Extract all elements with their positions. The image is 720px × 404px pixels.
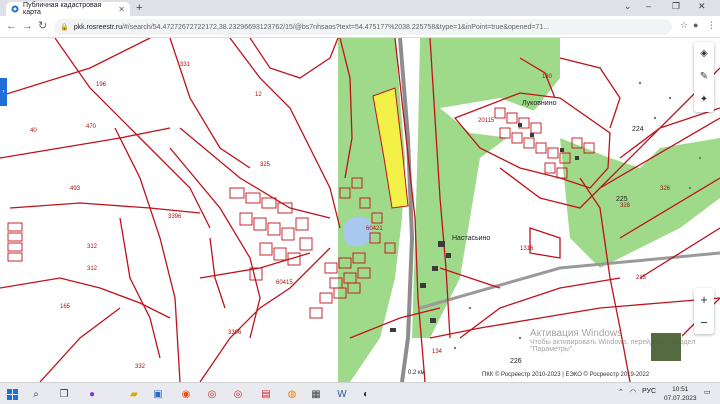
parcel-label: 3396 <box>228 330 242 336</box>
parcel-label: 224 <box>632 126 644 133</box>
notifications-icon[interactable]: ▭ <box>704 388 711 396</box>
parcel-label: 312 <box>87 244 98 250</box>
url-host: pkk.rosreestr.ru <box>73 23 122 31</box>
parcel-label: 470 <box>86 124 97 130</box>
map-tools-panel: ◈ ✎ ✦ <box>694 42 714 112</box>
tab-strip: Публичная кадастровая карта ✕ + ⌄ – ❐ ✕ <box>0 0 720 16</box>
close-window-icon[interactable]: ✕ <box>698 1 706 12</box>
assistant-icon[interactable]: ● <box>84 386 100 402</box>
firefox-icon[interactable]: ◍ <box>284 386 300 402</box>
activation-title: Активация Windows <box>530 328 623 339</box>
clock-date: 07.07.2023 <box>664 395 697 402</box>
calculator-icon[interactable]: ▦ <box>308 386 324 402</box>
tab-title: Публичная кадастровая карта <box>23 2 102 16</box>
parcel-label: 60421 <box>366 226 383 232</box>
language-indicator[interactable]: РУС <box>642 388 656 395</box>
lock-icon: 🔒 <box>60 24 69 31</box>
close-tab-icon[interactable]: ✕ <box>118 5 125 14</box>
windows-activation-watermark: Активация Windows Чтобы активировать Win… <box>530 328 720 353</box>
browser-tab[interactable]: Публичная кадастровая карта ✕ <box>6 2 130 16</box>
star-icon[interactable]: ☆ <box>680 20 688 31</box>
parcel-label: 165 <box>60 304 71 310</box>
side-panel-toggle[interactable]: › <box>0 78 7 106</box>
search-icon[interactable]: ⌕ <box>28 386 44 402</box>
url-path: /#/search/54.47272672722172,38.232966931… <box>121 23 550 31</box>
file-explorer-icon[interactable]: ▰ <box>126 386 142 402</box>
forward-icon[interactable]: → <box>22 19 33 33</box>
windows-start-icon[interactable] <box>4 386 20 402</box>
reload-icon[interactable]: ↻ <box>38 19 47 33</box>
store-icon[interactable]: ▣ <box>150 386 166 402</box>
zoom-in-button[interactable]: + <box>694 288 714 311</box>
back-icon[interactable]: ← <box>6 19 17 33</box>
parcel-label: 331 <box>180 62 191 68</box>
parcel-label: 20115 <box>478 118 495 124</box>
activation-text: Чтобы активировать Windows, перейдите в … <box>530 339 696 353</box>
rosreestr-favicon-icon <box>11 5 19 13</box>
wifi-icon[interactable]: ◠ <box>630 388 636 396</box>
system-clock[interactable]: 10:51 07.07.2023 <box>664 385 697 403</box>
parcel-label: 215 <box>636 275 647 281</box>
new-tab-icon[interactable]: + <box>136 2 142 14</box>
place-label-lukovnino: Луковнино <box>522 100 557 107</box>
address-bar[interactable]: 🔒 pkk.rosreestr.ru /#/search/54.47272672… <box>54 19 672 35</box>
parcel-label: 326 <box>660 186 671 192</box>
parcel-label: 312 <box>87 266 98 272</box>
browser-toolbar: ← → ↻ 🔒 pkk.rosreestr.ru /#/search/54.47… <box>0 16 720 38</box>
parcel-label: 225 <box>616 196 628 203</box>
place-label-nastasyino: Настасьино <box>452 235 491 242</box>
opera-icon[interactable]: ◎ <box>204 386 220 402</box>
map-copyright: ПКК © Росреестр 2010-2023 | ЕЭКО © Росре… <box>482 372 650 378</box>
clock-time: 10:51 <box>672 386 689 393</box>
maximize-icon[interactable]: ❐ <box>672 1 680 12</box>
cadastral-map[interactable]: 331 196 12 40 470 493 3396 312 312 165 3… <box>0 38 720 382</box>
parcel-label: 60415 <box>276 280 293 286</box>
parcel-label: 130 <box>542 74 553 80</box>
parcel-label: 134 <box>432 349 443 355</box>
pdf-reader-icon[interactable]: ▤ <box>258 386 274 402</box>
menu-icon[interactable]: ⋮ <box>707 20 716 31</box>
parcel-label: 226 <box>510 358 522 365</box>
task-view-icon[interactable]: ❐ <box>56 386 72 402</box>
minimize-icon[interactable]: – <box>646 1 651 11</box>
parcel-label: 196 <box>96 82 107 88</box>
opera-gx-icon[interactable]: ◎ <box>230 386 246 402</box>
parcel-label: 493 <box>70 186 81 192</box>
parcel-label: 40 <box>30 128 37 134</box>
parcel-label: 332 <box>135 364 146 370</box>
word-icon[interactable]: W <box>334 386 350 402</box>
windows-taskbar: ⌕ ❐ ● ▰ ▣ ◉ ◎ ◎ ▤ ◍ ▦ W ◐ ⌃ ◠ РУС 10:51 … <box>0 382 720 404</box>
tray-chevron-icon[interactable]: ⌃ <box>618 388 624 396</box>
scale-bar: 0.2 км <box>408 370 425 376</box>
ruler-icon[interactable]: ✎ <box>694 65 714 88</box>
parcel-label: 328 <box>620 203 631 209</box>
parcel-label: 1316 <box>520 246 534 252</box>
chrome-icon[interactable]: ◐ <box>358 386 374 402</box>
scale-label: 0.2 км <box>408 370 425 376</box>
layers-icon[interactable]: ◈ <box>694 42 714 65</box>
parcel-label: 12 <box>255 92 262 98</box>
yandex-browser-icon[interactable]: ◉ <box>178 386 194 402</box>
parcel-label: 3396 <box>168 214 182 220</box>
profile-icon[interactable]: ● <box>693 20 698 30</box>
chevron-down-icon[interactable]: ⌄ <box>624 1 632 12</box>
locate-icon[interactable]: ✦ <box>694 88 714 111</box>
parcel-label: 325 <box>260 162 271 168</box>
